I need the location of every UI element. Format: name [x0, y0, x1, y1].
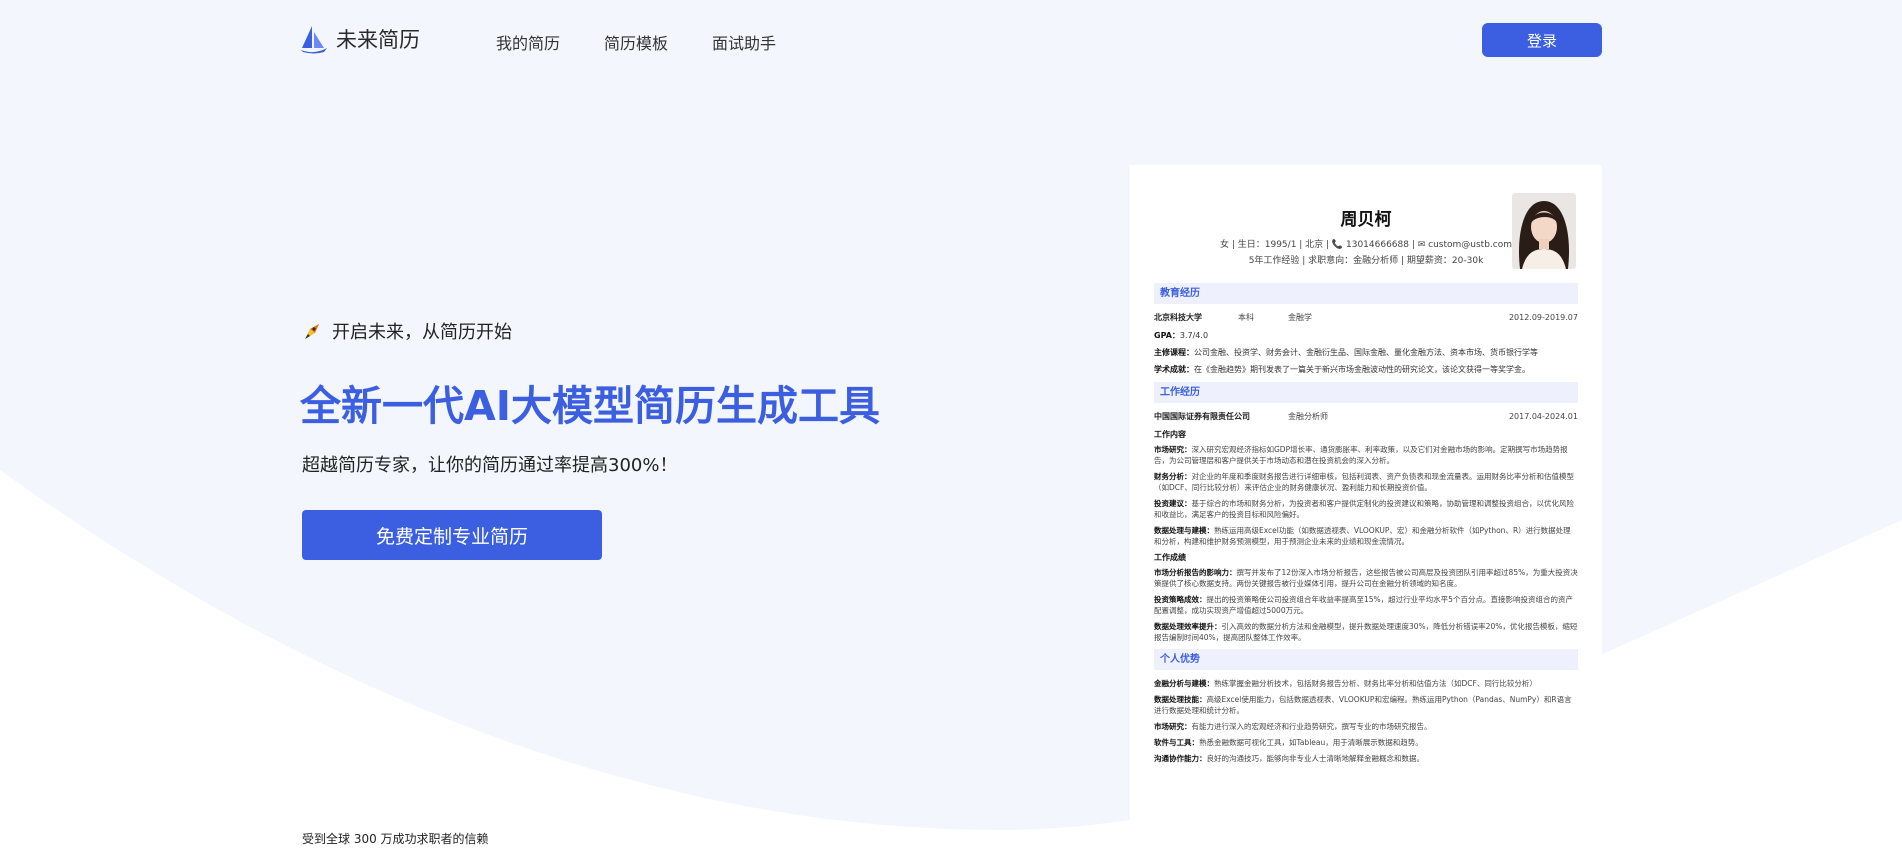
- result-item-label: 数据处理效率提升：: [1154, 622, 1222, 631]
- hero-headline: 全新一代AI大模型简历生成工具: [300, 382, 880, 430]
- login-button[interactable]: 登录: [1482, 23, 1602, 57]
- work-item: 市场研究：深入研究宏观经济指标如GDP增长率、通货膨胀率、利率政策，以及它们对金…: [1154, 444, 1578, 466]
- result-item: 数据处理效率提升：引入高效的数据分析方法和金融模型，提升数据处理速度30%，降低…: [1154, 621, 1578, 643]
- strength-item-text: 熟悉金融数据可视化工具，如Tableau，用于清晰展示数据和趋势。: [1199, 738, 1423, 747]
- work-date: 2017.04-2024.01: [1508, 412, 1578, 421]
- work-item: 投资建议：基于综合的市场和财务分析，为投资者和客户提供定制化的投资建议和策略，协…: [1154, 498, 1578, 520]
- result-item-label: 市场分析报告的影响力：: [1154, 568, 1237, 577]
- main-nav: 我的简历 简历模板 面试助手: [496, 30, 776, 54]
- resume-photo: [1512, 193, 1576, 269]
- strength-item-text: 熟练掌握金融分析技术，包括财务报告分析、财务比率分析和估值方法（如DCF、同行比…: [1214, 679, 1537, 688]
- courses-label: 主修课程：: [1154, 348, 1194, 357]
- avatar-image: [1512, 193, 1576, 269]
- education-row: 北京科技大学 本科 金融学 2012.09-2019.07: [1154, 312, 1578, 324]
- strength-item: 软件与工具：熟悉金融数据可视化工具，如Tableau，用于清晰展示数据和趋势。: [1154, 737, 1578, 748]
- work-item: 数据处理与建模：熟练运用高级Excel功能（如数据透视表、VLOOKUP、宏）和…: [1154, 525, 1578, 547]
- nav-my-resume[interactable]: 我的简历: [496, 30, 560, 54]
- hero-subline: 超越简历专家，让你的简历通过率提高300%！: [302, 455, 678, 476]
- gpa-label: GPA：: [1154, 331, 1180, 340]
- free-custom-resume-button[interactable]: 免费定制专业简历: [302, 510, 602, 560]
- school-name: 北京科技大学: [1154, 313, 1202, 322]
- award-label: 学术成就：: [1154, 365, 1194, 374]
- strength-item: 数据处理技能：高级Excel使用能力，包括数据透视表、VLOOKUP和宏编程。熟…: [1154, 694, 1578, 716]
- gpa-value: 3.7/4.0: [1179, 331, 1209, 340]
- section-strengths-title: 个人优势: [1154, 649, 1578, 670]
- strength-item-text: 有能力进行深入的宏观经济和行业趋势研究，撰写专业的市场研究报告。: [1191, 722, 1432, 731]
- brand-name: 未来简历: [336, 28, 420, 52]
- tagline-text: 开启未来，从简历开始: [332, 322, 512, 343]
- company-name: 中国国际证券有限责任公司: [1154, 412, 1250, 421]
- rocket-icon: [305, 324, 319, 339]
- gpa-line: GPA：3.7/4.0: [1154, 330, 1578, 342]
- work-content-heading: 工作内容: [1154, 430, 1186, 439]
- work-item-text: 对企业的年度和季度财务报告进行详细审核，包括利润表、资产负债表和现金流量表。运用…: [1154, 472, 1574, 492]
- strength-item-label: 数据处理技能：: [1154, 695, 1207, 704]
- strength-item-text: 良好的沟通技巧，能够向非专业人士清晰地解释金融概念和数据。: [1206, 754, 1425, 763]
- nav-resume-templates[interactable]: 简历模板: [604, 30, 668, 54]
- work-row: 中国国际证券有限责任公司 金融分析师 2017.04-2024.01: [1154, 411, 1578, 423]
- hero-tagline: 开启未来，从简历开始: [302, 318, 512, 344]
- strength-item: 市场研究：有能力进行深入的宏观经济和行业趋势研究，撰写专业的市场研究报告。: [1154, 721, 1578, 732]
- result-item-label: 投资策略成效：: [1154, 595, 1207, 604]
- sailboat-icon: [301, 26, 327, 54]
- award-value: 在《金融趋势》期刊发表了一篇关于新兴市场金融波动性的研究论文，该论文获得一等奖学…: [1194, 365, 1530, 374]
- background-curve: [0, 470, 1902, 857]
- major: 金融学: [1288, 313, 1312, 322]
- work-item-text: 基于综合的市场和财务分析，为投资者和客户提供定制化的投资建议和策略，协助管理和调…: [1154, 499, 1574, 519]
- resume-body: 教育经历 北京科技大学 本科 金融学 2012.09-2019.07 GPA：3…: [1154, 277, 1578, 769]
- section-work-title: 工作经历: [1154, 382, 1578, 403]
- degree: 本科: [1238, 313, 1254, 322]
- education-date: 2012.09-2019.07: [1508, 313, 1578, 322]
- work-item-label: 市场研究：: [1154, 445, 1192, 454]
- strength-item-label: 金融分析与建模：: [1154, 679, 1214, 688]
- result-item-text: 提出的投资策略使公司投资组合年收益率提高至15%，超过行业平均水平5个百分点。直…: [1154, 595, 1573, 615]
- courses-line: 主修课程：公司金融、投资学、财务会计、金融衍生品、国际金融、量化金融方法、资本市…: [1154, 347, 1578, 359]
- brand-logo[interactable]: 未来简历: [300, 24, 420, 54]
- work-item-text: 熟练运用高级Excel功能（如数据透视表、VLOOKUP、宏）和金融分析软件（如…: [1154, 526, 1571, 546]
- job-role: 金融分析师: [1288, 412, 1328, 421]
- result-item: 投资策略成效：提出的投资策略使公司投资组合年收益率提高至15%，超过行业平均水平…: [1154, 594, 1578, 616]
- work-item: 财务分析：对企业的年度和季度财务报告进行详细审核，包括利润表、资产负债表和现金流…: [1154, 471, 1578, 493]
- strength-item: 金融分析与建模：熟练掌握金融分析技术，包括财务报告分析、财务比率分析和估值方法（…: [1154, 678, 1578, 689]
- courses-value: 公司金融、投资学、财务会计、金融衍生品、国际金融、量化金融方法、资本市场、货币银…: [1194, 348, 1538, 357]
- work-item-label: 投资建议：: [1154, 499, 1192, 508]
- award-line: 学术成就：在《金融趋势》期刊发表了一篇关于新兴市场金融波动性的研究论文，该论文获…: [1154, 364, 1578, 376]
- strength-item-label: 市场研究：: [1154, 722, 1192, 731]
- strength-item-label: 沟通协作能力：: [1154, 754, 1207, 763]
- work-results-heading: 工作成绩: [1154, 553, 1186, 562]
- section-education-title: 教育经历: [1154, 283, 1578, 304]
- top-header: 未来简历 我的简历 简历模板 面试助手 登录: [0, 0, 1902, 82]
- work-item-label: 数据处理与建模：: [1154, 526, 1214, 535]
- nav-interview-assistant[interactable]: 面试助手: [712, 30, 776, 54]
- strength-item: 沟通协作能力：良好的沟通技巧，能够向非专业人士清晰地解释金融概念和数据。: [1154, 753, 1578, 764]
- resume-preview[interactable]: 周贝柯 女 | 生日：1995/1 | 北京 | 📞 13014666688 |…: [1130, 165, 1602, 857]
- trust-text: 受到全球 300 万成功求职者的信赖: [302, 832, 489, 846]
- work-item-label: 财务分析：: [1154, 472, 1192, 481]
- work-item-text: 深入研究宏观经济指标如GDP增长率、通货膨胀率、利率政策，以及它们对金融市场的影…: [1154, 445, 1568, 465]
- result-item: 市场分析报告的影响力：撰写并发布了12份深入市场分析报告，这些报告被公司高层及投…: [1154, 567, 1578, 589]
- strength-item-label: 软件与工具：: [1154, 738, 1199, 747]
- strength-item-text: 高级Excel使用能力，包括数据透视表、VLOOKUP和宏编程。熟练运用Pyth…: [1154, 695, 1572, 715]
